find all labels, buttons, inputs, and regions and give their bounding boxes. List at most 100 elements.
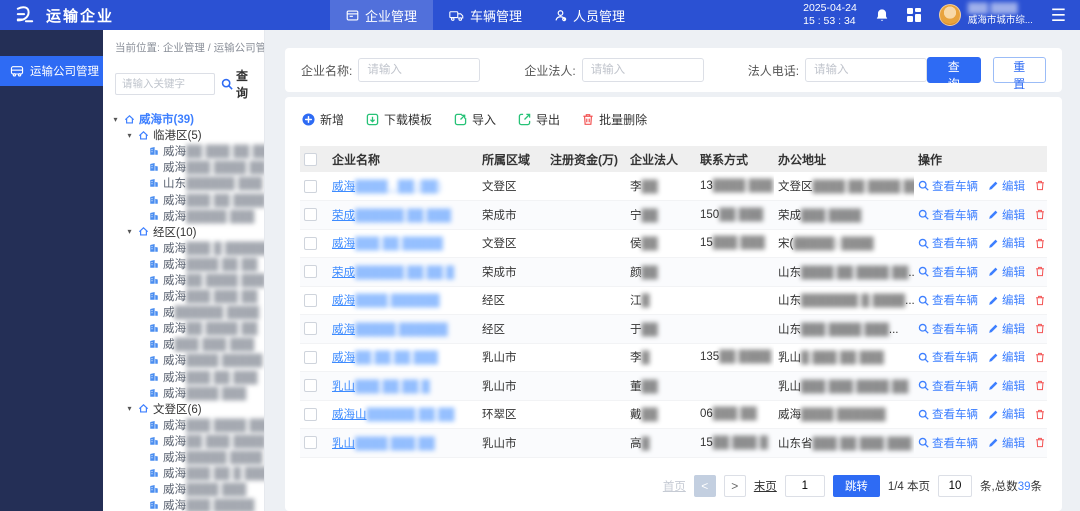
view-vehicles-link[interactable]: 查看车辆 [918, 292, 978, 308]
tree-search-button[interactable]: 查询 [221, 67, 258, 101]
company-name-link[interactable]: 威海████ · ██ (██) [332, 181, 441, 193]
jump-button[interactable]: 跳转 [833, 475, 880, 497]
tree-node-district[interactable]: ▾临港区(5) [103, 127, 264, 143]
tab-vehicle-management[interactable]: 车辆管理 [433, 0, 538, 30]
tree-node-company[interactable]: 威海████ ██ ██ [103, 256, 264, 272]
tree-node-company[interactable]: 威海████ ███ [103, 385, 264, 401]
caret-down-icon[interactable]: ▾ [125, 404, 134, 413]
row-checkbox[interactable] [304, 379, 317, 392]
delete-link[interactable]: 删除 [1035, 349, 1047, 365]
tree-node-district[interactable]: ▾经区(10) [103, 224, 264, 240]
row-checkbox[interactable] [304, 436, 317, 449]
tree-node-company[interactable]: 山东██████ ███ [103, 175, 264, 191]
prev-page-button[interactable]: < [694, 475, 716, 497]
tree-node-company[interactable]: 威███ ███ ███ [103, 336, 264, 352]
tree-node-company[interactable]: 威海█████ ████ [103, 449, 264, 465]
row-checkbox[interactable] [304, 351, 317, 364]
row-checkbox[interactable] [304, 208, 317, 221]
tree-node-company[interactable]: 威海███ █ ██████ [103, 240, 264, 256]
tree-node-company[interactable]: 威海███ ██ ███ [103, 369, 264, 385]
delete-link[interactable]: 删除 [1035, 378, 1047, 394]
edit-link[interactable]: 编辑 [988, 349, 1025, 365]
download-template-button[interactable]: 下载模板 [366, 111, 432, 128]
delete-link[interactable]: 删除 [1035, 178, 1047, 194]
view-vehicles-link[interactable]: 查看车辆 [918, 349, 978, 365]
row-checkbox[interactable] [304, 322, 317, 335]
tree-node-company[interactable]: 威海████ ███ [103, 481, 264, 497]
tree-node-city[interactable]: ▾威海市(39) [103, 111, 264, 127]
legal-person-input[interactable] [582, 58, 704, 82]
view-vehicles-link[interactable]: 查看车辆 [918, 264, 978, 280]
delete-link[interactable]: 删除 [1035, 435, 1047, 451]
company-name-link[interactable]: 乳山████ ███ ██ [332, 438, 435, 450]
edit-link[interactable]: 编辑 [988, 435, 1025, 451]
row-checkbox[interactable] [304, 237, 317, 250]
delete-link[interactable]: 删除 [1035, 235, 1047, 251]
row-checkbox[interactable] [304, 408, 317, 421]
edit-link[interactable]: 编辑 [988, 207, 1025, 223]
view-vehicles-link[interactable]: 查看车辆 [918, 378, 978, 394]
row-checkbox[interactable] [304, 265, 317, 278]
delete-link[interactable]: 删除 [1035, 321, 1047, 337]
batch-delete-button[interactable]: 批量删除 [582, 111, 647, 128]
edit-link[interactable]: 编辑 [988, 321, 1025, 337]
company-name-link[interactable]: 威海██ ██ ██ ███ [332, 352, 438, 364]
bell-icon[interactable] [875, 8, 889, 23]
tree-node-company[interactable]: 威海██ ████ ███ [103, 272, 264, 288]
tree-node-company[interactable]: 威海███ ███ ██ [103, 288, 264, 304]
caret-down-icon[interactable]: ▾ [111, 115, 120, 124]
view-vehicles-link[interactable]: 查看车辆 [918, 235, 978, 251]
first-page-link[interactable]: 首页 [663, 478, 686, 494]
row-checkbox[interactable] [304, 294, 317, 307]
reset-button[interactable]: 重置 [993, 57, 1046, 83]
menu-icon[interactable]: ☰ [1051, 7, 1066, 24]
next-page-button[interactable]: > [724, 475, 746, 497]
edit-link[interactable]: 编辑 [988, 378, 1025, 394]
edit-link[interactable]: 编辑 [988, 235, 1025, 251]
company-name-input[interactable] [358, 58, 480, 82]
caret-down-icon[interactable]: ▾ [125, 131, 134, 140]
tree-node-company[interactable]: 威海███ ████ ██ [103, 159, 264, 175]
delete-link[interactable]: 删除 [1035, 264, 1047, 280]
tree-node-company[interactable]: 威海█████ ███ [103, 208, 264, 224]
tree-node-company[interactable]: 威海███ █████ [103, 497, 264, 511]
tab-personnel-management[interactable]: 人员管理 [538, 0, 641, 30]
tree-node-company[interactable]: 威██████ ████ [103, 304, 264, 320]
company-name-link[interactable]: 威海████ ██████ [332, 295, 440, 307]
company-name-link[interactable]: 威海█████ ██████ [332, 324, 448, 336]
view-vehicles-link[interactable]: 查看车辆 [918, 178, 978, 194]
add-button[interactable]: 新增 [302, 111, 344, 128]
tree-search-input[interactable] [115, 73, 215, 95]
sidebar-item-transport-company-management[interactable]: 运输公司管理 [0, 56, 103, 86]
last-page-link[interactable]: 末页 [754, 478, 777, 494]
delete-link[interactable]: 删除 [1035, 406, 1047, 422]
edit-link[interactable]: 编辑 [988, 264, 1025, 280]
page-number-input[interactable] [785, 475, 825, 497]
company-name-link[interactable]: 威海山██████ ██ ██ [332, 409, 454, 421]
user-account[interactable]: ███ ████ 威海市城市综... [939, 3, 1033, 28]
company-name-link[interactable]: 荣成██████ ██ ██ █ [332, 267, 454, 279]
tree-node-company[interactable]: 威海███ ████ ███ [103, 417, 264, 433]
tree-node-company[interactable]: 威海██ ███ ████ [103, 433, 264, 449]
company-name-link[interactable]: 乳山███ ██ ██ █ [332, 381, 430, 393]
search-button[interactable]: 查询 [927, 57, 980, 83]
legal-phone-input[interactable] [805, 58, 927, 82]
view-vehicles-link[interactable]: 查看车辆 [918, 207, 978, 223]
company-name-link[interactable]: 威海███ ██ █████ [332, 238, 443, 250]
view-vehicles-link[interactable]: 查看车辆 [918, 406, 978, 422]
edit-link[interactable]: 编辑 [988, 406, 1025, 422]
delete-link[interactable]: 删除 [1035, 207, 1047, 223]
select-all-checkbox[interactable] [304, 153, 317, 166]
company-name-link[interactable]: 荣成██████ ██ ███ [332, 210, 451, 222]
tree-node-company[interactable]: 威海███ ██ ████ [103, 191, 264, 207]
tree-node-district[interactable]: ▾文登区(6) [103, 401, 264, 417]
view-vehicles-link[interactable]: 查看车辆 [918, 435, 978, 451]
tree-node-company[interactable]: 威海██ ████ ██ [103, 320, 264, 336]
tree-node-company[interactable]: 威海██ ███ ██ ██ [103, 143, 264, 159]
apps-grid-icon[interactable] [907, 8, 921, 22]
export-button[interactable]: 导出 [518, 111, 560, 128]
row-checkbox[interactable] [304, 180, 317, 193]
caret-down-icon[interactable]: ▾ [125, 227, 134, 236]
page-size-input[interactable] [938, 475, 972, 497]
view-vehicles-link[interactable]: 查看车辆 [918, 321, 978, 337]
